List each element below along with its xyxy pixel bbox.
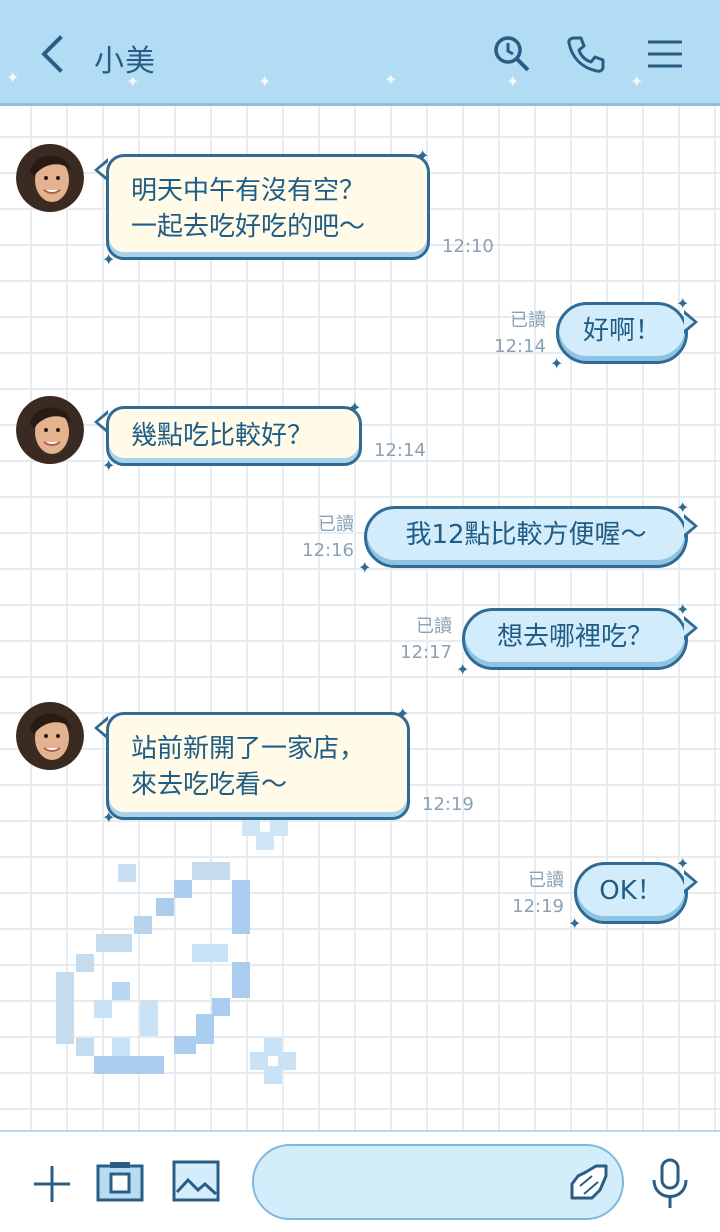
sparkle-decoration: ✦ [676, 498, 690, 517]
read-receipt: 已讀 [510, 310, 546, 331]
menu-icon[interactable] [644, 32, 688, 76]
image-icon[interactable] [172, 1160, 220, 1204]
outgoing-message-bubble[interactable]: 想去哪裡吃？ [462, 608, 688, 670]
message-text-line: 幾點吃比較好？ [131, 421, 314, 451]
message-text: 我12點比較方便喔～ [405, 520, 647, 550]
emoji-icon[interactable] [566, 1162, 612, 1204]
bubble-tail [684, 514, 698, 538]
message-time: 12:17 [400, 642, 452, 663]
sparkle-decoration: ✦ [676, 600, 690, 619]
message-time: 12:19 [512, 896, 564, 917]
sparkle-decoration: ✦ [6, 68, 20, 87]
sparkle-decoration: ✦ [396, 704, 410, 723]
plus-icon[interactable] [30, 1162, 74, 1206]
avatar[interactable] [16, 700, 84, 772]
message-meta: 已讀 12:14 [486, 308, 546, 360]
message-composer [0, 1130, 720, 1232]
message-text-line: 來去吃吃看～ [131, 770, 288, 800]
message-time: 12:10 [442, 236, 494, 257]
message-text: 想去哪裡吃？ [496, 622, 653, 652]
read-receipt: 已讀 [528, 870, 564, 891]
message-text-line: 一起去吃好吃的吧～ [131, 212, 366, 242]
avatar[interactable] [16, 142, 84, 214]
message-text: OK！ [599, 876, 663, 906]
incoming-message-bubble[interactable]: 幾點吃比較好？ [106, 406, 362, 466]
chevron-left-icon[interactable] [36, 32, 70, 76]
message-time: 12:14 [374, 440, 426, 461]
bubble-tail [684, 616, 698, 640]
sparkle-decoration: ✦ [550, 354, 564, 373]
sparkle-decoration: ✦ [676, 294, 690, 313]
message-time: 12:19 [422, 794, 474, 815]
sparkle-decoration: ✦ [416, 146, 430, 165]
sparkle-decoration: ✦ [348, 398, 362, 417]
sparkle-decoration: ✦ [102, 250, 116, 269]
avatar[interactable] [16, 394, 84, 466]
read-receipt: 已讀 [318, 514, 354, 535]
chat-header: ✦ ✦ ✦ ✦ ✦ ✦ 小美 [0, 0, 720, 106]
search-icon[interactable] [490, 32, 534, 76]
chat-title: 小美 [94, 44, 156, 79]
message-text-line: 明天中午有沒有空？ [131, 176, 366, 206]
sparkle-decoration: ✦ [676, 854, 690, 873]
sparkle-decoration: ✦ [102, 456, 116, 475]
bubble-tail [684, 870, 698, 894]
message-meta: 已讀 12:17 [392, 614, 452, 666]
message-time: 12:16 [302, 540, 354, 561]
sparkle-decoration: ✦ [258, 72, 272, 91]
message-text: 好啊！ [582, 316, 661, 346]
camera-icon[interactable] [96, 1160, 144, 1204]
sparkle-decoration: ✦ [384, 70, 398, 89]
phone-icon[interactable] [564, 32, 608, 76]
message-meta: 已讀 12:16 [294, 512, 354, 564]
sparkle-decoration: ✦ [102, 808, 116, 827]
microphone-icon[interactable] [650, 1158, 690, 1210]
sparkle-decoration: ✦ [358, 558, 372, 577]
sparkle-decoration: ✦ [630, 72, 644, 91]
bubble-tail [684, 310, 698, 334]
outgoing-message-bubble[interactable]: OK！ [574, 862, 688, 924]
outgoing-message-bubble[interactable]: 好啊！ [556, 302, 688, 364]
read-receipt: 已讀 [416, 616, 452, 637]
outgoing-message-bubble[interactable]: 我12點比較方便喔～ [364, 506, 688, 568]
message-text-line: 站前新開了一家店， [131, 734, 366, 764]
message-time: 12:14 [494, 336, 546, 357]
incoming-message-bubble[interactable]: 站前新開了一家店， 來去吃吃看～ [106, 712, 410, 820]
sparkle-decoration: ✦ [568, 914, 582, 933]
sparkle-decoration: ✦ [456, 660, 470, 679]
message-meta: 已讀 12:19 [504, 868, 564, 920]
incoming-message-bubble[interactable]: 明天中午有沒有空？ 一起去吃好吃的吧～ [106, 154, 430, 260]
chat-message-list[interactable]: 明天中午有沒有空？ 一起去吃好吃的吧～ ✦ ✦ 12:10 已讀 12:14 好… [0, 106, 720, 1130]
